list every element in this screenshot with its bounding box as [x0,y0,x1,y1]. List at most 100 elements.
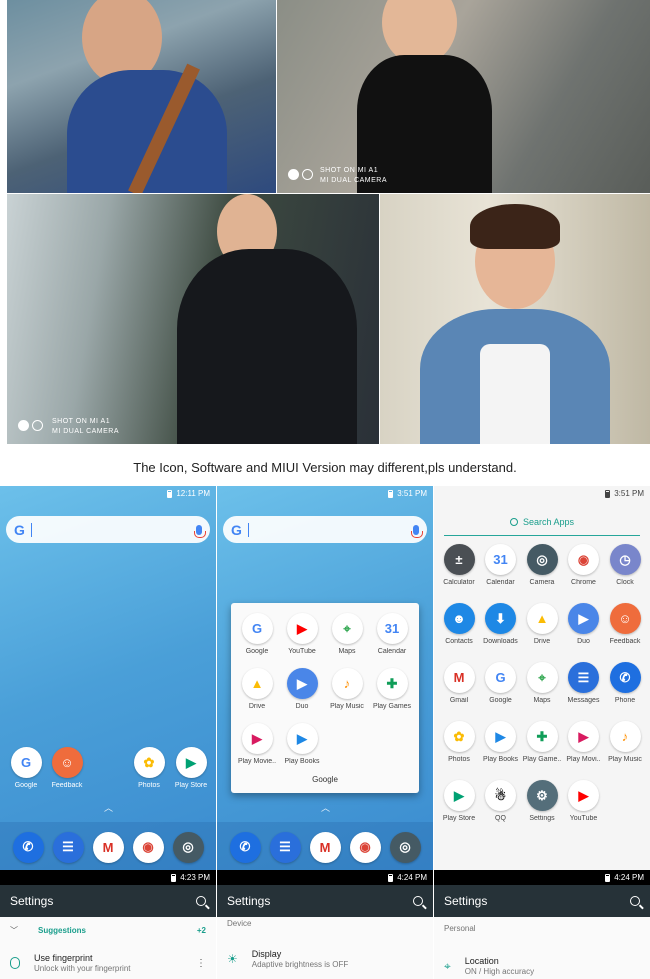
phone-icon[interactable]: ✆ [229,831,261,863]
google-search-bar[interactable]: G [223,516,427,543]
app-google[interactable]: G Google [4,747,48,789]
app-play-music[interactable]: ♪ Play Music [603,721,647,763]
dock: ✆ ☰ M ◉ ◎ [217,822,433,870]
settings-row-fingerprint[interactable]: Use fingerprint Unlock with your fingerp… [0,948,216,978]
camera-icon[interactable]: ◎ [172,831,204,863]
messages-icon[interactable]: ☰ [52,831,84,863]
app-youtube[interactable]: ▶ YouTube [562,780,606,822]
app-qq[interactable]: ☃ QQ [479,780,523,822]
app-drive[interactable]: ▲ Drive [520,603,564,645]
play-store-icon: ▶ [175,747,207,778]
search-icon[interactable] [413,896,423,906]
app-youtube[interactable]: ▶ YouTube [280,613,324,655]
app-label: Drive [533,638,551,645]
app-duo[interactable]: ▶ Duo [562,603,606,645]
settings-row-display[interactable]: ☀ Display Adaptive brightness is OFF [217,944,433,974]
app-drive[interactable]: ▲ Drive [235,668,279,710]
app-label: Play Books [482,756,519,763]
app-play-music[interactable]: ♪ Play Music [325,668,369,710]
app-photos[interactable]: ✿ Photos [437,721,481,763]
section-header-device: Device [227,919,252,928]
app-clock[interactable]: ◷ Clock [603,544,647,586]
status-bar: 4:23 PM [0,870,216,885]
gmail-icon: M [443,662,475,693]
app-google[interactable]: G Google [479,662,523,704]
app-calculator[interactable]: ± Calculator [437,544,481,586]
app-label: Google [489,697,512,704]
calendar-icon: 31 [376,613,408,644]
app-play-game[interactable]: ✚ Play Game.. [520,721,564,763]
play-games-icon: ✚ [376,668,408,699]
app-play-games[interactable]: ✚ Play Games [370,668,414,710]
app-messages[interactable]: ☰ Messages [562,662,606,704]
google-search-bar[interactable]: G [6,516,210,543]
folder-title[interactable]: Google [231,775,419,784]
messages-icon: ☰ [568,662,599,693]
suggestions-header[interactable]: ﹀ Suggestions +2 [0,917,216,944]
app-play-books[interactable]: ▶ Play Books [280,723,324,765]
microphone-icon[interactable] [194,524,206,538]
messages-icon[interactable]: ☰ [269,831,301,863]
app-label: Play Books [284,758,320,765]
app-calendar[interactable]: 31 Calendar [479,544,523,586]
maps-icon: ⌖ [526,662,558,693]
app-play-store[interactable]: ▶ Play Store [169,747,213,789]
app-play-movie[interactable]: ▶ Play Movie.. [235,723,279,765]
location-pin-icon: ⌖ [444,958,451,973]
app-label: Feedback [609,638,641,645]
photo-woman-denim-jacket [380,194,650,444]
search-icon[interactable] [196,896,206,906]
app-settings[interactable]: ⚙ Settings [520,780,564,822]
photos-icon: ✿ [133,747,165,778]
youtube-icon: ▶ [286,613,318,644]
qq-icon: ☃ [485,780,516,811]
chevron-up-icon[interactable]: ︿ [321,801,330,814]
camera-watermark: SHOT ON MI A1 MI DUAL CAMERA [52,418,120,435]
app-duo[interactable]: ▶ Duo [280,668,324,710]
google-icon: G [10,747,42,778]
app-gmail[interactable]: M Gmail [437,662,481,704]
disclaimer-text: The Icon, Software and MIUI Version may … [133,460,517,475]
app-drawer-screen: 3:51 PM Search Apps ± Calculator 31 Calenda… [434,486,650,870]
app-maps[interactable]: ⌖ Maps [520,662,564,704]
search-apps-field[interactable]: Search Apps [444,508,640,536]
app-label: Play Store [442,815,476,822]
microphone-icon[interactable] [411,524,423,538]
camera-icon[interactable]: ◎ [389,831,421,863]
app-downloads[interactable]: ⬇ Downloads [479,603,523,645]
settings-row-location[interactable]: ⌖ Location ON / High accuracy [434,951,650,979]
photo-woman-black-top: SHOT ON MI A1 MI DUAL CAMERA [277,0,650,193]
search-icon[interactable] [630,896,640,906]
calculator-icon: ± [443,544,475,575]
app-play-movi[interactable]: ▶ Play Movi.. [562,721,606,763]
app-feedback[interactable]: ☺ Feedback [45,747,89,789]
overflow-menu-icon[interactable]: ⋮ [196,958,206,969]
app-google[interactable]: G Google [235,613,279,655]
play-books-icon: ▶ [485,721,516,752]
app-maps[interactable]: ⌖ Maps [325,613,369,655]
clock-icon: ◷ [609,544,641,575]
app-phone[interactable]: ✆ Phone [603,662,647,704]
youtube-icon: ▶ [568,780,599,811]
app-camera[interactable]: ◎ Camera [520,544,564,586]
chrome-icon[interactable]: ◉ [349,831,381,863]
chrome-icon[interactable]: ◉ [132,831,164,863]
app-label: Play Games [372,703,412,710]
app-contacts[interactable]: ☻ Contacts [437,603,481,645]
app-calendar[interactable]: 31 Calendar [370,613,414,655]
settings-title: Settings [10,894,54,908]
app-play-books[interactable]: ▶ Play Books [479,721,523,763]
battery-icon [605,873,611,882]
chevron-up-icon[interactable]: ︿ [104,801,113,814]
camera-watermark-dots [288,169,313,180]
phone-icon[interactable]: ✆ [12,831,44,863]
app-play-store[interactable]: ▶ Play Store [437,780,481,822]
app-chrome[interactable]: ◉ Chrome [562,544,606,586]
gmail-icon[interactable]: M [309,831,341,863]
gmail-icon[interactable]: M [92,831,124,863]
settings-screen-2: 4:24 PM Settings Device ☀ Display Adapti… [217,870,433,979]
search-apps-label: Search Apps [522,516,575,527]
app-feedback[interactable]: ☺ Feedback [603,603,647,645]
app-photos[interactable]: ✿ Photos [127,747,171,789]
battery-icon [171,873,177,882]
